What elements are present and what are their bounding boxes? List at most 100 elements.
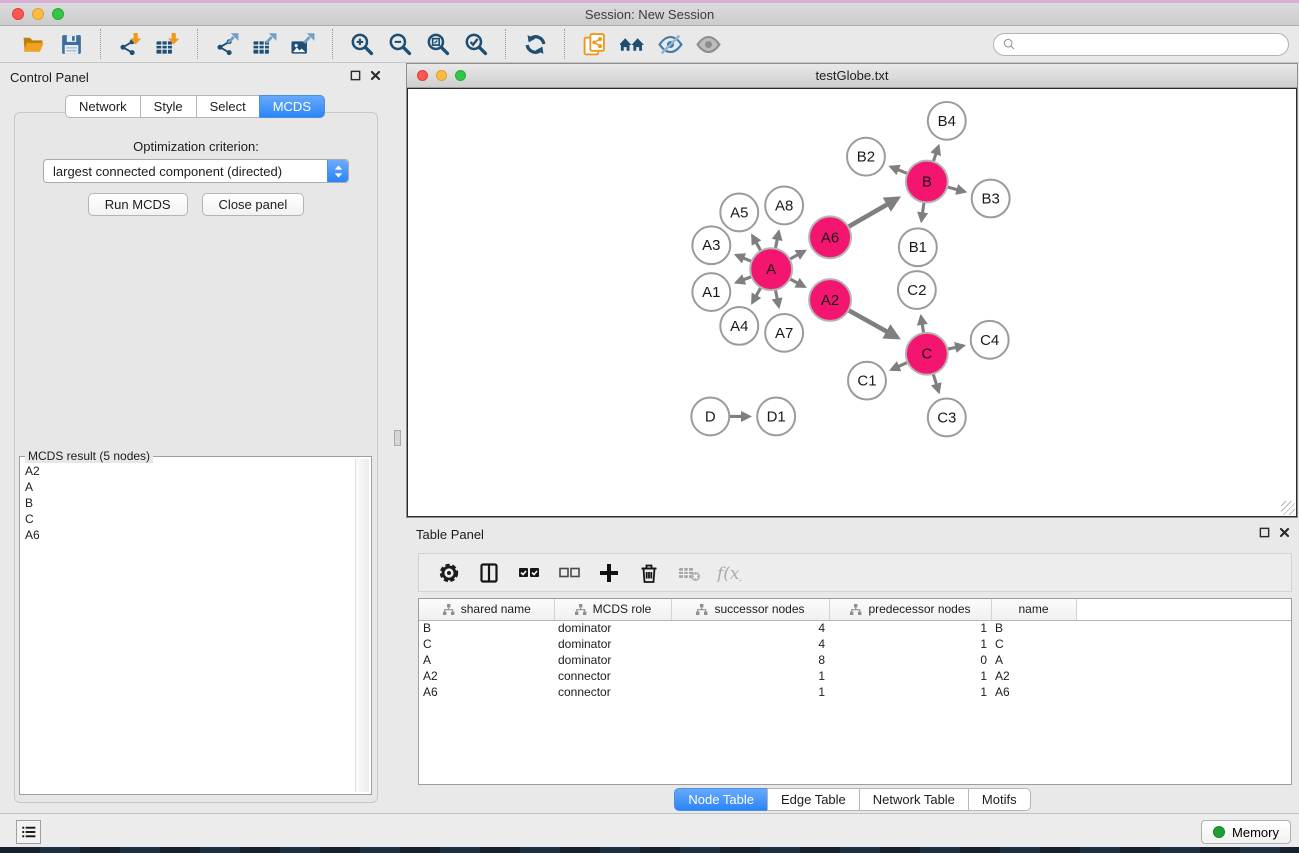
- edge-B-B1[interactable]: [921, 202, 924, 220]
- table-row[interactable]: A2connector11A2: [419, 668, 1291, 684]
- cell[interactable]: A2: [419, 668, 554, 684]
- edge-A-A8[interactable]: [775, 232, 778, 249]
- column-header-successor-nodes[interactable]: successor nodes: [671, 599, 829, 620]
- tab-network-table[interactable]: Network Table: [859, 788, 969, 811]
- criterion-dropdown[interactable]: largest connected component (directed): [43, 159, 349, 183]
- edge-C-C1[interactable]: [892, 362, 908, 369]
- delete-row-button[interactable]: [634, 558, 664, 588]
- search-input[interactable]: [1017, 36, 1280, 52]
- clone-network-button[interactable]: [579, 29, 609, 59]
- zoom-out-button[interactable]: [385, 29, 415, 59]
- edge-A6-B[interactable]: [848, 198, 897, 226]
- table-row[interactable]: Adominator80A: [419, 652, 1291, 668]
- cell[interactable]: 1: [671, 668, 829, 684]
- cell[interactable]: B: [991, 620, 1076, 636]
- select-all-button[interactable]: [514, 558, 544, 588]
- close-panel-button[interactable]: Close panel: [202, 193, 305, 216]
- close-table-panel-button[interactable]: [1278, 526, 1291, 539]
- mcds-result-item[interactable]: B: [22, 495, 353, 511]
- show-panels-button[interactable]: [16, 820, 41, 844]
- edge-C-C3[interactable]: [933, 374, 939, 392]
- float-control-panel-button[interactable]: [349, 69, 362, 82]
- cell[interactable]: connector: [554, 684, 671, 700]
- cell[interactable]: C: [419, 636, 554, 652]
- cell[interactable]: 4: [671, 620, 829, 636]
- node-A6[interactable]: A6: [809, 216, 851, 258]
- cell[interactable]: 1: [829, 620, 991, 636]
- cell[interactable]: 1: [829, 668, 991, 684]
- cell[interactable]: A6: [419, 684, 554, 700]
- add-row-button[interactable]: [594, 558, 624, 588]
- panel-split-divider[interactable]: [390, 63, 406, 813]
- node-B4[interactable]: B4: [928, 102, 966, 140]
- node-C3[interactable]: C3: [928, 399, 966, 437]
- node-A4[interactable]: A4: [720, 307, 758, 345]
- import-network-button[interactable]: [115, 29, 145, 59]
- node-B1[interactable]: B1: [899, 228, 937, 266]
- export-network-button[interactable]: [212, 29, 242, 59]
- edge-B-B3[interactable]: [947, 187, 965, 192]
- zoom-selected-button[interactable]: [461, 29, 491, 59]
- node-B2[interactable]: B2: [847, 138, 885, 176]
- cell[interactable]: 8: [671, 652, 829, 668]
- export-image-button[interactable]: [288, 29, 318, 59]
- node-C1[interactable]: C1: [848, 362, 886, 400]
- tab-motifs[interactable]: Motifs: [968, 788, 1031, 811]
- node-A8[interactable]: A8: [765, 187, 803, 225]
- edge-A-A4[interactable]: [752, 287, 760, 302]
- column-header-name[interactable]: name: [991, 599, 1076, 620]
- node-D1[interactable]: D1: [757, 398, 795, 436]
- home-button[interactable]: [617, 29, 647, 59]
- node-A2[interactable]: A2: [809, 279, 851, 321]
- node-A7[interactable]: A7: [765, 314, 803, 352]
- tab-edge-table[interactable]: Edge Table: [767, 788, 860, 811]
- birds-eye-button[interactable]: [655, 29, 685, 59]
- mcds-result-item[interactable]: A2: [22, 463, 353, 479]
- tab-node-table[interactable]: Node Table: [674, 788, 768, 811]
- edge-B-B4[interactable]: [933, 146, 938, 161]
- mcds-result-scrollbar[interactable]: [355, 459, 369, 792]
- run-mcds-button[interactable]: Run MCDS: [88, 193, 188, 216]
- cell[interactable]: A: [419, 652, 554, 668]
- edge-A-A7[interactable]: [775, 290, 778, 307]
- unselect-all-button[interactable]: [554, 558, 584, 588]
- cell[interactable]: C: [991, 636, 1076, 652]
- cell[interactable]: connector: [554, 668, 671, 684]
- cell[interactable]: dominator: [554, 652, 671, 668]
- node-D[interactable]: D: [691, 398, 729, 436]
- float-table-panel-button[interactable]: [1258, 526, 1271, 539]
- tab-select[interactable]: Select: [196, 95, 260, 118]
- node-A1[interactable]: A1: [692, 273, 730, 311]
- cell[interactable]: B: [419, 620, 554, 636]
- column-header-predecessor-nodes[interactable]: predecessor nodes: [829, 599, 991, 620]
- edge-A-A1[interactable]: [736, 277, 751, 283]
- cell[interactable]: 1: [829, 684, 991, 700]
- node-A5[interactable]: A5: [720, 194, 758, 232]
- table-row[interactable]: Bdominator41B: [419, 620, 1291, 636]
- edge-A-A2[interactable]: [790, 279, 805, 287]
- cell[interactable]: 1: [671, 684, 829, 700]
- cell[interactable]: A2: [991, 668, 1076, 684]
- import-table-button[interactable]: [153, 29, 183, 59]
- save-session-button[interactable]: [56, 29, 86, 59]
- cell[interactable]: A6: [991, 684, 1076, 700]
- mcds-result-item[interactable]: A6: [22, 527, 353, 543]
- cell[interactable]: 1: [829, 636, 991, 652]
- refresh-button[interactable]: [520, 29, 550, 59]
- cell[interactable]: dominator: [554, 620, 671, 636]
- column-header-mcds-role[interactable]: MCDS role: [554, 599, 671, 620]
- cell[interactable]: 0: [829, 652, 991, 668]
- node-B[interactable]: B: [906, 161, 948, 203]
- edge-A2-C[interactable]: [848, 310, 897, 337]
- resize-grip[interactable]: [1281, 501, 1295, 515]
- node-C[interactable]: C: [906, 333, 948, 375]
- divider-grip[interactable]: [394, 430, 401, 446]
- edge-C-C2[interactable]: [921, 317, 924, 334]
- cell[interactable]: A: [991, 652, 1076, 668]
- tab-network[interactable]: Network: [65, 95, 141, 118]
- edge-A-A3[interactable]: [736, 255, 751, 261]
- table-row[interactable]: Cdominator41C: [419, 636, 1291, 652]
- node-C4[interactable]: C4: [971, 321, 1009, 359]
- column-header-shared-name[interactable]: shared name: [419, 599, 554, 620]
- edge-A-A6[interactable]: [790, 251, 805, 259]
